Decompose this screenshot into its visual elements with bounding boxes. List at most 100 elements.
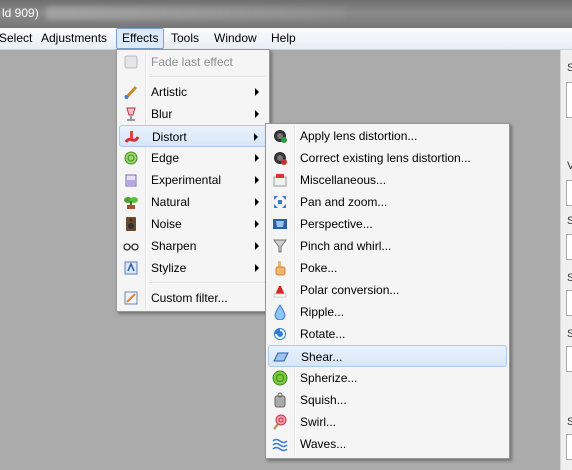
menu-item-distort[interactable]: Distort [119,125,267,147]
menu-item-label: Ripple... [300,305,345,319]
menu-item-rotate[interactable]: Rotate... [268,323,507,345]
menu-item-label: Natural [151,195,190,209]
menu-item-label: Noise [151,217,182,231]
menu-help[interactable]: Help [266,28,301,49]
menu-item-label: Spherize... [300,371,358,385]
menu-item-label: Miscellaneous... [300,173,387,187]
spiral-icon [123,150,139,166]
submenu-arrow-icon [255,242,259,250]
paintbrush-icon [123,84,139,100]
menu-item-spherize[interactable]: Spherize... [268,367,507,389]
menu-separator [149,282,265,284]
submenu-arrow-icon [255,220,259,228]
menu-item-label: Apply lens distortion... [300,129,418,143]
menu-item-label: Poke... [300,261,338,275]
menu-item-experimental[interactable]: Experimental [119,169,267,191]
rotate-icon [272,326,288,342]
menu-item-polar-conversion[interactable]: Polar conversion... [268,279,507,301]
menu-item-label: Custom filter... [151,291,228,305]
menu-item-label: Swirl... [300,415,336,429]
submenu-arrow-icon [255,154,259,162]
glass-icon [123,106,139,122]
submenu-arrow-icon [255,176,259,184]
menu-select[interactable]: Select [0,28,37,49]
menu-window[interactable]: Window [209,28,262,49]
funnel-icon [272,238,288,254]
speaker-icon [123,216,139,232]
lollipop-icon [272,414,288,430]
shear-icon [273,349,289,365]
title-bar: ld 909) [0,0,572,28]
menu-item-stylize[interactable]: Stylize [119,257,267,279]
menu-bar: Select Adjustments Effects Tools Window … [0,28,572,50]
menu-item-label: Shear... [301,350,343,364]
pan-zoom-icon [272,194,288,210]
menu-item-label: Distort [152,130,187,144]
right-panel-control[interactable] [566,82,572,118]
fade-icon [123,54,139,70]
submenu-arrow-icon [255,88,259,96]
menu-item-label: Polar conversion... [300,283,400,297]
menu-item-blur[interactable]: Blur [119,103,267,125]
distort-submenu: Apply lens distortion... Correct existin… [265,123,510,459]
right-panel-control[interactable] [566,180,572,206]
right-panel-control[interactable] [566,290,572,316]
menu-item-squish[interactable]: Squish... [268,389,507,411]
menu-item-shear[interactable]: Shear... [268,345,507,367]
menu-item-pinch-and-whirl[interactable]: Pinch and whirl... [268,235,507,257]
right-panel-label: S [567,328,572,340]
menu-item-label: Stylize [151,261,187,275]
misc-icon [272,172,288,188]
menu-item-label: Sharpen [151,239,197,253]
menu-item-label: Blur [151,107,173,121]
menu-item-label: Pan and zoom... [300,195,388,209]
menu-item-label: Correct existing lens distortion... [300,151,471,165]
submenu-arrow-icon [255,264,259,272]
right-panel-label: S [567,215,572,227]
submenu-arrow-icon [255,198,259,206]
beaker-icon [123,172,139,188]
right-panel: S V S S S S [560,50,572,470]
menu-item-noise[interactable]: Noise [119,213,267,235]
menu-item-fade-last-effect: Fade last effect [119,51,267,73]
custom-filter-icon [123,290,139,306]
menu-item-label: Edge [151,151,180,165]
menu-item-label: Artistic [151,85,187,99]
menu-item-label: Fade last effect [151,55,233,69]
water-drop-icon [272,304,288,320]
menu-item-miscellaneous[interactable]: Miscellaneous... [268,169,507,191]
lens-icon [272,128,288,144]
right-panel-control[interactable] [566,346,572,372]
menu-tools[interactable]: Tools [166,28,204,49]
menu-item-label: Experimental [151,173,222,187]
right-panel-label: V [567,160,572,172]
menu-item-apply-lens-distortion[interactable]: Apply lens distortion... [268,125,507,147]
window-title: ld 909) [2,6,39,20]
sphere-icon [272,370,288,386]
menu-item-edge[interactable]: Edge [119,147,267,169]
title-blurred-region [46,6,346,20]
effects-dropdown-menu: Fade last effect Artistic Blur Distort E… [116,49,270,312]
right-panel-label: S [567,62,572,74]
menu-item-poke[interactable]: Poke... [268,257,507,279]
stylize-icon [123,260,139,276]
menu-effects[interactable]: Effects [116,28,165,49]
submenu-arrow-icon [255,110,259,118]
menu-item-perspective[interactable]: Perspective... [268,213,507,235]
menu-item-artistic[interactable]: Artistic [119,81,267,103]
glasses-icon [123,238,139,254]
menu-item-pan-and-zoom[interactable]: Pan and zoom... [268,191,507,213]
menu-item-waves[interactable]: Waves... [268,433,507,455]
menu-item-swirl[interactable]: Swirl... [268,411,507,433]
menu-item-ripple[interactable]: Ripple... [268,301,507,323]
menu-adjustments[interactable]: Adjustments [36,28,112,49]
right-panel-control[interactable] [566,434,572,460]
menu-item-sharpen[interactable]: Sharpen [119,235,267,257]
lens-correct-icon [272,150,288,166]
right-panel-control[interactable] [566,234,572,260]
plant-icon [123,194,139,210]
menu-item-correct-lens-distortion[interactable]: Correct existing lens distortion... [268,147,507,169]
menu-item-custom-filter[interactable]: Custom filter... [119,287,267,309]
submenu-arrow-icon [254,133,258,141]
menu-item-natural[interactable]: Natural [119,191,267,213]
